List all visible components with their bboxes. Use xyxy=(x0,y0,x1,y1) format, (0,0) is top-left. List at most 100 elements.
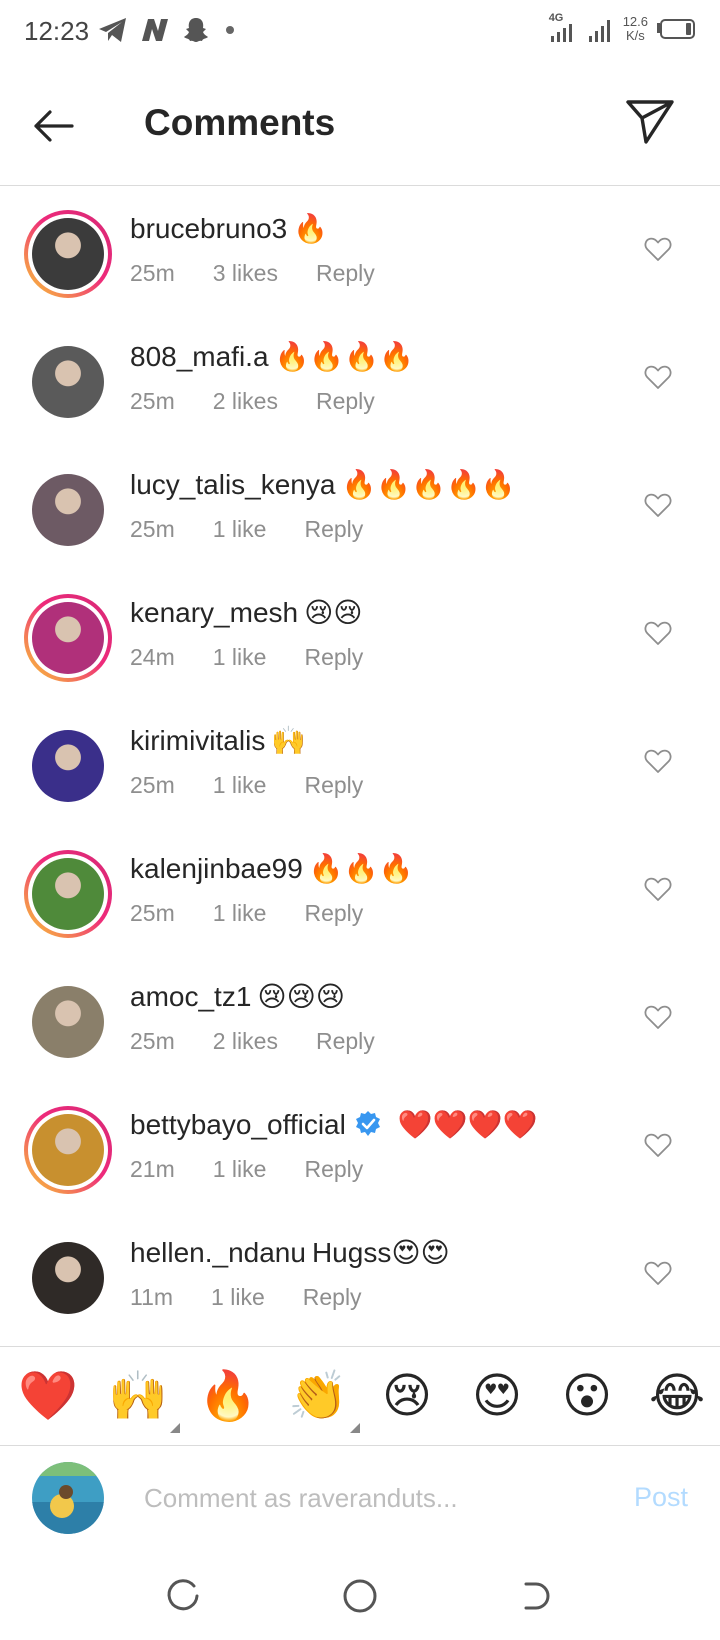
share-send-icon[interactable] xyxy=(624,96,676,148)
comment-meta: 25m 1 like Reply xyxy=(130,516,401,543)
avatar xyxy=(32,1114,104,1186)
emoji-glyph: 👏 xyxy=(288,1368,348,1424)
emoji-glyph: 🙌 xyxy=(108,1368,168,1424)
comment-text: 🔥🔥🔥 xyxy=(308,853,414,884)
like-heart-icon[interactable] xyxy=(644,236,672,262)
avatar-story-ring[interactable] xyxy=(24,1106,112,1194)
reply-button[interactable]: Reply xyxy=(304,1156,363,1182)
comment-likes[interactable]: 2 likes xyxy=(213,1028,278,1054)
comment-text: 😢😢😢 xyxy=(257,981,345,1012)
comment-username[interactable]: amoc_tz1 xyxy=(130,981,251,1012)
emoji-surprised-face-button[interactable]: 😮 xyxy=(558,1367,616,1425)
comment-likes[interactable]: 1 like xyxy=(213,516,267,542)
comment-time: 11m xyxy=(130,1284,174,1310)
emoji-crying-face-button[interactable]: 😢 xyxy=(378,1367,436,1425)
comment-username[interactable]: brucebruno3 xyxy=(130,213,287,244)
like-heart-icon[interactable] xyxy=(644,1260,672,1286)
reply-button[interactable]: Reply xyxy=(303,1284,362,1310)
system-nav-bar xyxy=(0,1556,720,1640)
comment-text: Hugss😍😍 xyxy=(311,1237,450,1268)
comment-likes[interactable]: 1 like xyxy=(213,900,267,926)
back-nav-icon[interactable] xyxy=(516,1576,556,1616)
avatar-frame[interactable] xyxy=(24,978,112,1066)
reply-button[interactable]: Reply xyxy=(316,260,375,286)
comment-username[interactable]: kenary_mesh xyxy=(130,597,298,628)
comment-composer: Post xyxy=(0,1446,720,1556)
emoji-tears-of-joy-button[interactable]: 😂 xyxy=(648,1367,706,1425)
comment-likes[interactable]: 3 likes xyxy=(213,260,278,286)
status-system-icons: 4G 12.6 K/s xyxy=(549,12,696,44)
home-button-icon[interactable] xyxy=(340,1576,380,1616)
mobile-signal-icon: 4G xyxy=(549,12,579,44)
like-heart-icon[interactable] xyxy=(644,364,672,390)
comment-username[interactable]: hellen._ndanu xyxy=(130,1237,306,1268)
comment-likes[interactable]: 2 likes xyxy=(213,388,278,414)
comment-meta: 24m 1 like Reply xyxy=(130,644,401,671)
avatar xyxy=(32,986,104,1058)
like-heart-icon[interactable] xyxy=(644,1004,672,1030)
status-notification-icons xyxy=(98,16,234,44)
comment-time: 25m xyxy=(130,772,175,798)
status-bar: 12:23 4G 12.6 K/s xyxy=(0,0,720,66)
avatar-frame[interactable] xyxy=(24,466,112,554)
avatar xyxy=(32,602,104,674)
like-heart-icon[interactable] xyxy=(644,748,672,774)
emoji-raising-hands-button[interactable]: 🙌 xyxy=(108,1367,180,1433)
avatar xyxy=(32,730,104,802)
like-heart-icon[interactable] xyxy=(644,876,672,902)
comment-likes[interactable]: 1 like xyxy=(211,1284,265,1310)
like-heart-icon[interactable] xyxy=(644,492,672,518)
avatar-frame[interactable] xyxy=(24,338,112,426)
emoji-red-heart-button[interactable]: ❤️ xyxy=(18,1367,78,1425)
comment-likes[interactable]: 1 like xyxy=(213,772,267,798)
comment-time: 25m xyxy=(130,1028,175,1054)
avatar xyxy=(32,218,104,290)
reply-button[interactable]: Reply xyxy=(304,644,363,670)
comment-text: 🙌 xyxy=(271,725,307,756)
reply-button[interactable]: Reply xyxy=(316,1028,375,1054)
comment-username[interactable]: kalenjinbae99 xyxy=(130,853,303,884)
avatar-frame[interactable] xyxy=(24,1234,112,1322)
emoji-fire-button[interactable]: 🔥 xyxy=(198,1367,258,1425)
comment-username[interactable]: 808_mafi.a xyxy=(130,341,269,372)
comment-text: 🔥🔥🔥🔥🔥 xyxy=(341,469,516,500)
comment-text: ❤️❤️❤️❤️ xyxy=(397,1109,538,1140)
emoji-heart-eyes-button[interactable]: 😍 xyxy=(468,1367,526,1425)
comment-row: kalenjinbae99 🔥🔥🔥 25m 1 like Reply xyxy=(0,826,720,954)
avatar-story-ring[interactable] xyxy=(24,210,112,298)
n-icon xyxy=(142,19,168,41)
comment-body: hellen._ndanu Hugss😍😍 xyxy=(130,1236,450,1269)
avatar-frame[interactable] xyxy=(24,722,112,810)
page-title: Comments xyxy=(144,102,336,143)
comment-time: 25m xyxy=(130,516,175,542)
reply-button[interactable]: Reply xyxy=(304,516,363,542)
emoji-clapping-hands-button[interactable]: 👏 xyxy=(288,1367,360,1433)
like-heart-icon[interactable] xyxy=(644,620,672,646)
comment-username[interactable]: bettybayo_official xyxy=(130,1109,346,1140)
avatar-story-ring[interactable] xyxy=(24,850,112,938)
comment-body: brucebruno3 🔥 xyxy=(130,212,328,245)
comment-meta: 25m 3 likes Reply xyxy=(130,260,413,287)
recent-apps-icon[interactable] xyxy=(164,1576,204,1616)
comment-time: 25m xyxy=(130,388,175,414)
reply-button[interactable]: Reply xyxy=(316,388,375,414)
comment-meta: 11m 1 like Reply xyxy=(130,1284,400,1311)
comment-body: kenary_mesh 😢😢 xyxy=(130,596,362,629)
reply-button[interactable]: Reply xyxy=(304,900,363,926)
post-button[interactable]: Post xyxy=(634,1482,688,1513)
comment-likes[interactable]: 1 like xyxy=(213,644,267,670)
comment-username[interactable]: lucy_talis_kenya xyxy=(130,469,335,500)
avatar-story-ring[interactable] xyxy=(24,594,112,682)
more-notifications-dot xyxy=(226,26,234,34)
back-arrow-icon[interactable] xyxy=(28,100,80,152)
skin-tone-variants-indicator xyxy=(350,1423,360,1433)
emoji-reaction-bar: ❤️ 🙌 🔥 👏 😢 😍 😮 😂 xyxy=(0,1346,720,1446)
emoji-glyph: 😮 xyxy=(561,1368,613,1424)
comment-text: 😢😢 xyxy=(304,597,363,628)
comment-username[interactable]: kirimivitalis xyxy=(130,725,265,756)
comment-likes[interactable]: 1 like xyxy=(213,1156,267,1182)
reply-button[interactable]: Reply xyxy=(304,772,363,798)
like-heart-icon[interactable] xyxy=(644,1132,672,1158)
comment-input[interactable] xyxy=(144,1476,604,1520)
signal-icon xyxy=(588,20,610,42)
